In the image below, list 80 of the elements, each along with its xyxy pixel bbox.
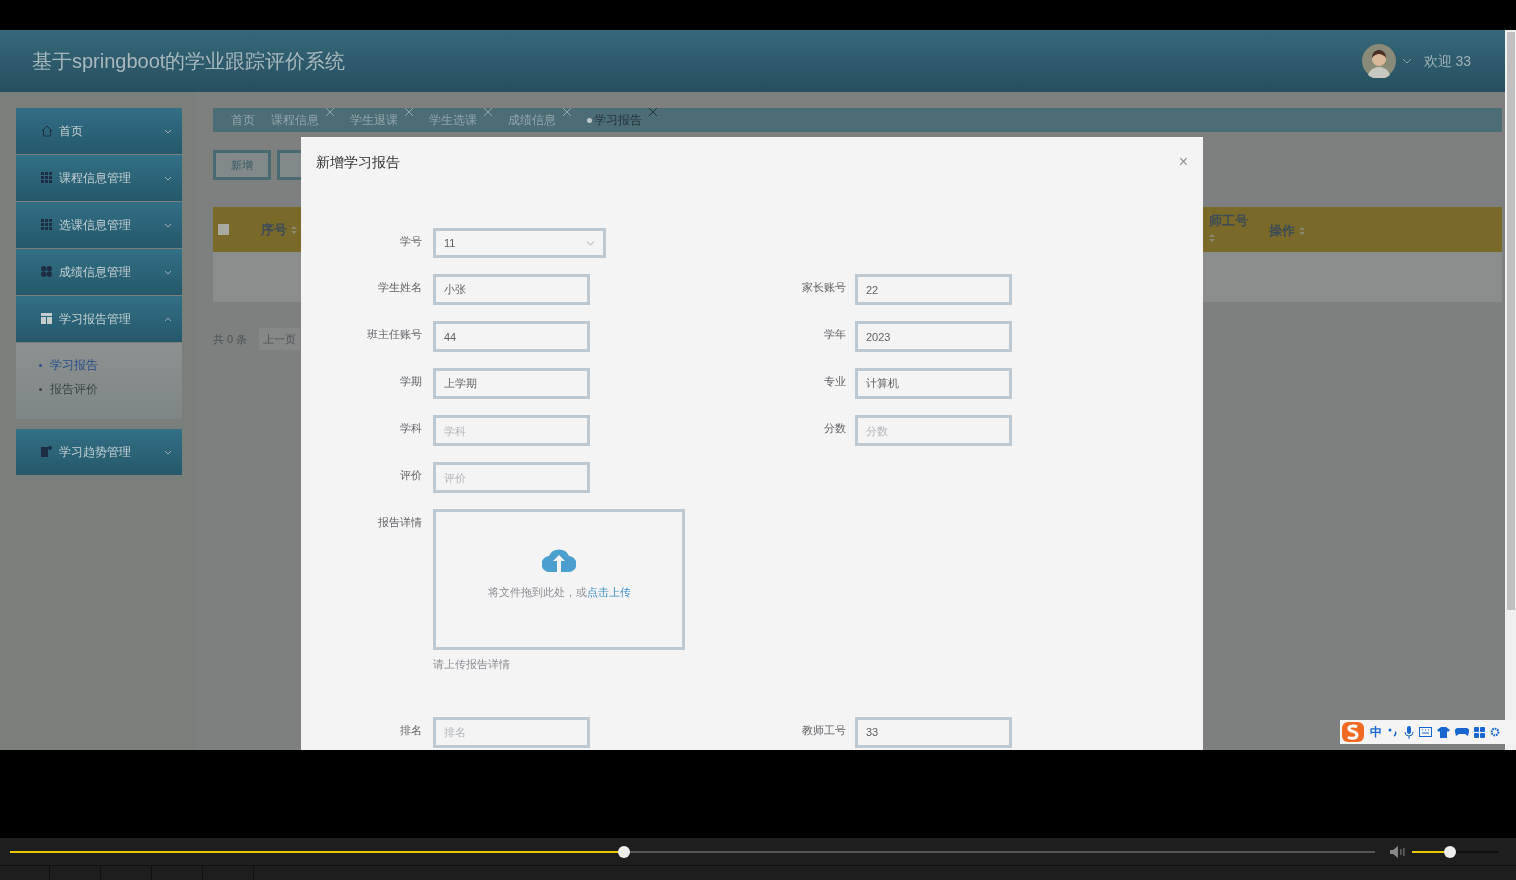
tab[interactable]: 学习报告 bbox=[587, 111, 642, 129]
tab[interactable]: 学生选课 bbox=[429, 111, 477, 129]
shirt-icon[interactable] bbox=[1437, 726, 1450, 738]
punctuation-icon[interactable] bbox=[1387, 726, 1399, 738]
chevron-down-icon bbox=[164, 222, 172, 228]
submenu-item[interactable]: 学习报告 bbox=[50, 356, 98, 374]
chevron-down-icon bbox=[586, 240, 595, 246]
field-label: 学生姓名 bbox=[377, 280, 423, 295]
upload-dropzone[interactable]: 将文件拖到此处，或点击上传 bbox=[433, 509, 685, 650]
add-button[interactable]: 新增 bbox=[213, 150, 271, 180]
close-button[interactable]: × bbox=[1178, 154, 1188, 170]
field-label: 学期 bbox=[399, 374, 423, 389]
slider-thumb[interactable] bbox=[1444, 845, 1457, 858]
chevron-up-icon bbox=[164, 316, 172, 322]
microphone-icon[interactable] bbox=[1404, 725, 1414, 739]
tab[interactable]: 学生退课 bbox=[350, 111, 398, 129]
sidebar-item[interactable]: 首页 bbox=[16, 108, 182, 154]
field-label: 排名 bbox=[399, 722, 423, 738]
submenu-item[interactable]: 报告评价 bbox=[50, 380, 98, 398]
field-label: 家长账号 bbox=[801, 280, 847, 295]
chevron-down-icon bbox=[164, 449, 172, 455]
upload-hint: 请上传报告详情 bbox=[433, 657, 511, 672]
field-label: 报告详情 bbox=[377, 515, 423, 530]
sidebar-item[interactable]: 课程信息管理 bbox=[16, 155, 182, 201]
tab[interactable]: 成绩信息 bbox=[508, 111, 556, 129]
progress-slider[interactable] bbox=[7, 845, 1378, 858]
input-field[interactable]: 44 bbox=[433, 321, 590, 352]
upload-link[interactable]: 点击上传 bbox=[586, 586, 631, 598]
input-field[interactable]: 学科 bbox=[433, 415, 590, 446]
bullet-icon bbox=[39, 387, 42, 391]
field-label: 教师工号 bbox=[801, 722, 847, 738]
input-field[interactable]: 22 bbox=[855, 274, 1012, 305]
chevron-down-icon bbox=[164, 175, 172, 181]
volume-icon[interactable] bbox=[1389, 845, 1406, 858]
ime-language[interactable]: 中 bbox=[1370, 723, 1382, 741]
upload-prompt: 将文件拖到此处，或点击上传 bbox=[487, 585, 631, 600]
dialog-title: 新增学习报告 bbox=[316, 152, 400, 172]
chevron-down-icon[interactable] bbox=[1401, 58, 1412, 64]
welcome-text: 欢迎 33 bbox=[1423, 51, 1471, 71]
sidebar-item[interactable]: 学习报告管理 bbox=[16, 296, 182, 342]
field-label: 分数 bbox=[823, 421, 847, 436]
field-label: 班主任账号 bbox=[366, 327, 423, 342]
bullet-icon bbox=[39, 363, 42, 367]
field-label: 评价 bbox=[399, 468, 423, 483]
avatar-icon[interactable] bbox=[1361, 44, 1396, 78]
settings-icon[interactable] bbox=[1490, 726, 1500, 738]
home-icon bbox=[41, 125, 53, 137]
tab[interactable]: 课程信息 bbox=[271, 111, 319, 129]
document-icon bbox=[41, 446, 53, 458]
grid-icon bbox=[41, 219, 53, 231]
field-label: 学号 bbox=[399, 234, 423, 249]
sidebar-item[interactable]: 学习趋势管理 bbox=[16, 429, 182, 475]
field-label: 学科 bbox=[399, 421, 423, 436]
sidebar-item[interactable]: 选课信息管理 bbox=[16, 202, 182, 248]
input-field[interactable]: 2023 bbox=[855, 321, 1012, 352]
select-all-checkbox[interactable] bbox=[218, 224, 229, 235]
chevron-down-icon bbox=[164, 128, 172, 134]
cloud-upload-icon bbox=[542, 547, 576, 572]
input-field[interactable]: 评价 bbox=[433, 462, 590, 493]
keyboard-icon[interactable] bbox=[1419, 727, 1432, 737]
tab[interactable]: 首页 bbox=[231, 111, 255, 129]
input-field[interactable]: 小张 bbox=[433, 274, 590, 305]
sogou-logo-icon[interactable] bbox=[1341, 721, 1365, 743]
apps-grid-icon[interactable] bbox=[1474, 726, 1485, 738]
input-field[interactable]: 分数 bbox=[855, 415, 1012, 446]
input-field[interactable]: 33 bbox=[855, 716, 1012, 748]
sidebar-item[interactable]: 成绩信息管理 bbox=[16, 249, 182, 295]
app-title: 基于springboot的学业跟踪评价系统 bbox=[32, 49, 346, 74]
blobs-icon bbox=[41, 266, 53, 278]
input-field[interactable]: 计算机 bbox=[855, 368, 1012, 399]
chevron-down-icon bbox=[164, 269, 172, 275]
gamepad-icon[interactable] bbox=[1455, 727, 1469, 737]
field-label: 专业 bbox=[823, 374, 847, 389]
field-label: 学年 bbox=[823, 327, 847, 342]
slider-thumb[interactable] bbox=[618, 845, 631, 858]
grid-icon bbox=[41, 172, 53, 184]
scrollbar-thumb[interactable] bbox=[1506, 32, 1515, 610]
input-field[interactable]: 上学期 bbox=[433, 368, 590, 399]
select-field[interactable]: 11 bbox=[433, 228, 606, 258]
layout-icon bbox=[41, 313, 53, 325]
